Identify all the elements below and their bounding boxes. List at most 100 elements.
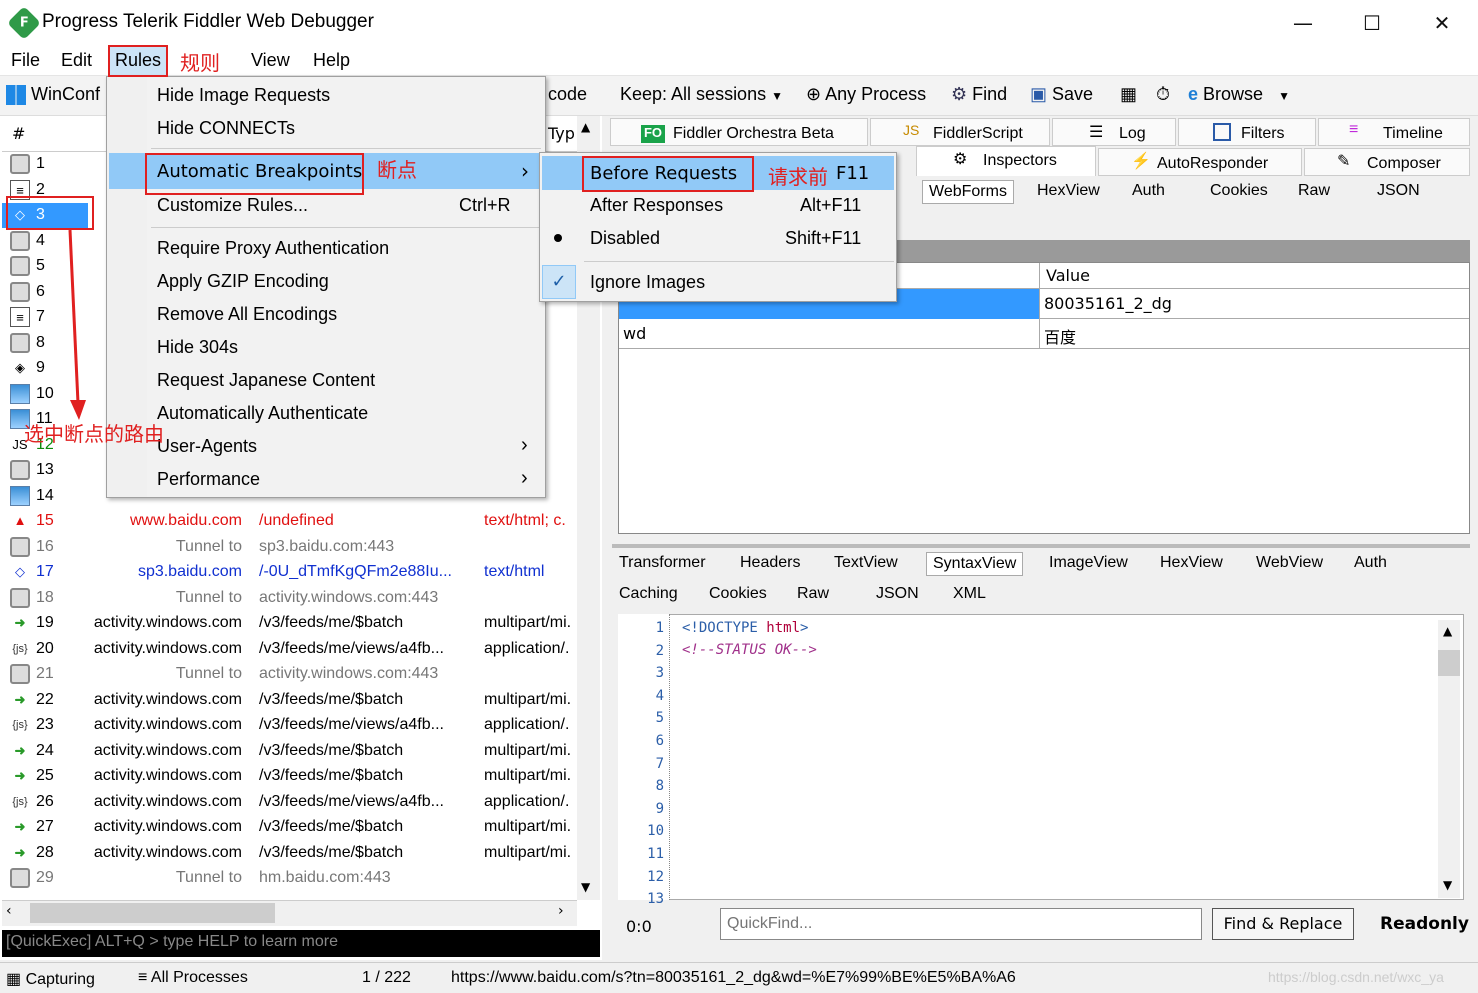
tab-resp-raw[interactable]: Raw bbox=[797, 585, 829, 603]
menu-item-hide-images[interactable]: Hide Image Requests bbox=[157, 85, 330, 106]
tab-req-json[interactable]: JSON bbox=[1377, 182, 1420, 200]
hscroll-thumb[interactable] bbox=[30, 903, 275, 923]
tab-syntaxview[interactable]: SyntaxView bbox=[926, 552, 1024, 576]
session-row[interactable]: 29 Tunnel to hm.baidu.com:443 bbox=[2, 866, 577, 891]
scroll-down-icon[interactable]: ▼ bbox=[581, 880, 590, 894]
value-column-header[interactable]: Value bbox=[1039, 263, 1096, 289]
column-type[interactable]: Typ bbox=[548, 124, 575, 143]
tab-log[interactable]: ☰ Log bbox=[1052, 118, 1176, 146]
close-button[interactable]: ✕ bbox=[1419, 8, 1465, 38]
session-row[interactable]: ➜ 22 activity.windows.com/v3/feeds/me/$bat… bbox=[2, 688, 577, 713]
session-row[interactable]: ➜ 19 activity.windows.com/v3/feeds/me/$bat… bbox=[2, 611, 577, 636]
submenu-item-after-responses[interactable]: After Responses bbox=[590, 195, 723, 216]
capturing-toggle[interactable]: ▦ Capturing bbox=[6, 969, 95, 989]
editor-scroll-thumb[interactable] bbox=[1438, 650, 1460, 676]
menu-item-japanese[interactable]: Request Japanese Content bbox=[157, 370, 375, 391]
tab-textview[interactable]: TextView bbox=[834, 554, 898, 572]
session-row[interactable]: ➜ 25 activity.windows.com/v3/feeds/me/$bat… bbox=[2, 764, 577, 789]
scroll-left-icon[interactable]: ‹ bbox=[6, 903, 12, 919]
capture-icon: ▦ bbox=[6, 971, 22, 988]
quickexec-input[interactable]: [QuickExec] ALT+Q > type HELP to learn m… bbox=[2, 930, 600, 957]
tab-caching[interactable]: Caching bbox=[619, 585, 678, 603]
splitter[interactable] bbox=[612, 544, 1470, 548]
tab-imageview[interactable]: ImageView bbox=[1049, 554, 1128, 572]
menu-file[interactable]: File bbox=[11, 50, 40, 71]
session-row[interactable]: 21 Tunnel to activity.windows.com:443 bbox=[2, 662, 577, 687]
tab-fiddlerscript[interactable]: JS FiddlerScript bbox=[870, 118, 1050, 146]
menu-item-hide-connects[interactable]: Hide CONNECTs bbox=[157, 118, 295, 139]
decode-button[interactable]: code bbox=[548, 84, 587, 105]
tab-autoresponder[interactable]: ⚡ AutoResponder bbox=[1098, 148, 1302, 176]
tab-composer[interactable]: ✎ Composer bbox=[1304, 148, 1470, 176]
minimize-button[interactable]: — bbox=[1280, 8, 1326, 38]
menu-item-performance[interactable]: Performance bbox=[157, 469, 260, 490]
tab-resp-auth[interactable]: Auth bbox=[1354, 554, 1387, 572]
scroll-down-icon[interactable]: ▼ bbox=[1443, 878, 1452, 892]
session-host: activity.windows.com bbox=[93, 741, 242, 759]
tab-req-raw[interactable]: Raw bbox=[1298, 182, 1330, 200]
submenu-item-ignore-images[interactable]: Ignore Images bbox=[590, 272, 705, 293]
screenshot-button[interactable]: ▦ bbox=[1120, 84, 1137, 105]
tab-orchestra[interactable]: FO Fiddler Orchestra Beta bbox=[610, 118, 868, 146]
timer-button[interactable]: ⏱ bbox=[1156, 84, 1170, 105]
scroll-right-icon[interactable]: › bbox=[558, 903, 564, 919]
menu-help[interactable]: Help bbox=[313, 50, 350, 71]
maximize-button[interactable]: ☐ bbox=[1349, 8, 1395, 38]
menu-item-proxy-auth[interactable]: Require Proxy Authentication bbox=[157, 238, 389, 259]
menu-view[interactable]: View bbox=[251, 50, 290, 71]
tab-transformer[interactable]: Transformer bbox=[619, 554, 706, 572]
webforms-value[interactable]: 百度 bbox=[1039, 319, 1469, 349]
tab-req-cookies[interactable]: Cookies bbox=[1210, 182, 1268, 200]
webforms-name[interactable]: wd bbox=[619, 319, 1039, 349]
process-filter[interactable]: ≡ All Processes bbox=[138, 969, 248, 987]
menu-item-hide-304s[interactable]: Hide 304s bbox=[157, 337, 238, 358]
tab-inspectors[interactable]: ⚙ Inspectors bbox=[916, 146, 1096, 176]
scroll-up-icon[interactable]: ▲ bbox=[1443, 624, 1452, 638]
editor-scrollbar[interactable]: ▲ ▼ bbox=[1438, 620, 1460, 898]
keep-sessions-dropdown[interactable]: Keep: All sessions ▼ bbox=[620, 84, 783, 105]
session-number: 27 bbox=[36, 818, 54, 835]
save-button[interactable]: ▣ Save bbox=[1030, 84, 1093, 105]
session-number: 6 bbox=[36, 282, 45, 300]
session-row[interactable]: ➜ 28 activity.windows.com/v3/feeds/me/$bat… bbox=[2, 841, 577, 866]
browse-button[interactable]: e Browse ▼ bbox=[1188, 84, 1290, 105]
menu-item-remove-encodings[interactable]: Remove All Encodings bbox=[157, 304, 337, 325]
scroll-up-icon[interactable]: ▲ bbox=[581, 120, 590, 134]
lock-icon bbox=[10, 664, 30, 684]
column-num[interactable]: # bbox=[12, 124, 25, 143]
tab-resp-cookies[interactable]: Cookies bbox=[709, 585, 767, 603]
session-row[interactable]: {js} 23 activity.windows.com/v3/feeds/me/v… bbox=[2, 713, 577, 738]
tab-resp-hexview[interactable]: HexView bbox=[1160, 554, 1223, 572]
webforms-value[interactable]: 80035161_2_dg bbox=[1039, 289, 1469, 319]
any-process-button[interactable]: ⊕ Any Process bbox=[806, 84, 926, 105]
session-row[interactable]: 18 Tunnel to activity.windows.com:443 bbox=[2, 586, 577, 611]
tab-resp-xml[interactable]: XML bbox=[953, 585, 986, 603]
tab-webview[interactable]: WebView bbox=[1256, 554, 1323, 572]
session-row[interactable]: 16 Tunnel to sp3.baidu.com:443 bbox=[2, 535, 577, 560]
menu-item-gzip[interactable]: Apply GZIP Encoding bbox=[157, 271, 329, 292]
menu-item-auto-auth[interactable]: Automatically Authenticate bbox=[157, 403, 368, 424]
quickfind-input[interactable] bbox=[720, 908, 1202, 940]
find-button[interactable]: ⚙ Find bbox=[951, 84, 1007, 105]
session-row[interactable]: ◇ 17 sp3.baidu.com /-0U_dTmfKgQFm2e88Iu... t… bbox=[2, 560, 577, 585]
session-row[interactable]: ➜ 24 activity.windows.com/v3/feeds/me/$bat… bbox=[2, 739, 577, 764]
winconfig-button[interactable]: WinConf bbox=[6, 84, 100, 106]
submenu-item-disabled[interactable]: Disabled bbox=[590, 228, 660, 249]
tab-webforms[interactable]: WebForms bbox=[922, 180, 1014, 204]
find-replace-button[interactable]: Find & Replace bbox=[1212, 908, 1354, 940]
tab-req-auth[interactable]: Auth bbox=[1132, 182, 1165, 200]
readonly-label[interactable]: Readonly bbox=[1380, 914, 1469, 934]
session-row[interactable]: ▲ 15 www.baidu.com/undefined text/html; c. bbox=[2, 509, 577, 534]
menu-item-customize-rules[interactable]: Customize Rules... bbox=[157, 195, 308, 216]
session-row[interactable]: {js} 20 activity.windows.com/v3/feeds/me/v… bbox=[2, 637, 577, 662]
tab-req-hexview[interactable]: HexView bbox=[1037, 182, 1100, 200]
tab-resp-json[interactable]: JSON bbox=[876, 585, 919, 603]
tab-headers[interactable]: Headers bbox=[740, 554, 800, 572]
session-row[interactable]: {js} 26 activity.windows.com/v3/feeds/me/v… bbox=[2, 790, 577, 815]
menu-item-user-agents[interactable]: User-Agents bbox=[157, 436, 257, 457]
menu-edit[interactable]: Edit bbox=[61, 50, 92, 71]
tab-timeline[interactable]: ≡ Timeline bbox=[1318, 118, 1470, 146]
session-row[interactable]: ➜ 27 activity.windows.com/v3/feeds/me/$bat… bbox=[2, 815, 577, 840]
session-hscrollbar[interactable]: ‹ › bbox=[2, 900, 577, 926]
tab-filters[interactable]: Filters bbox=[1178, 118, 1316, 146]
